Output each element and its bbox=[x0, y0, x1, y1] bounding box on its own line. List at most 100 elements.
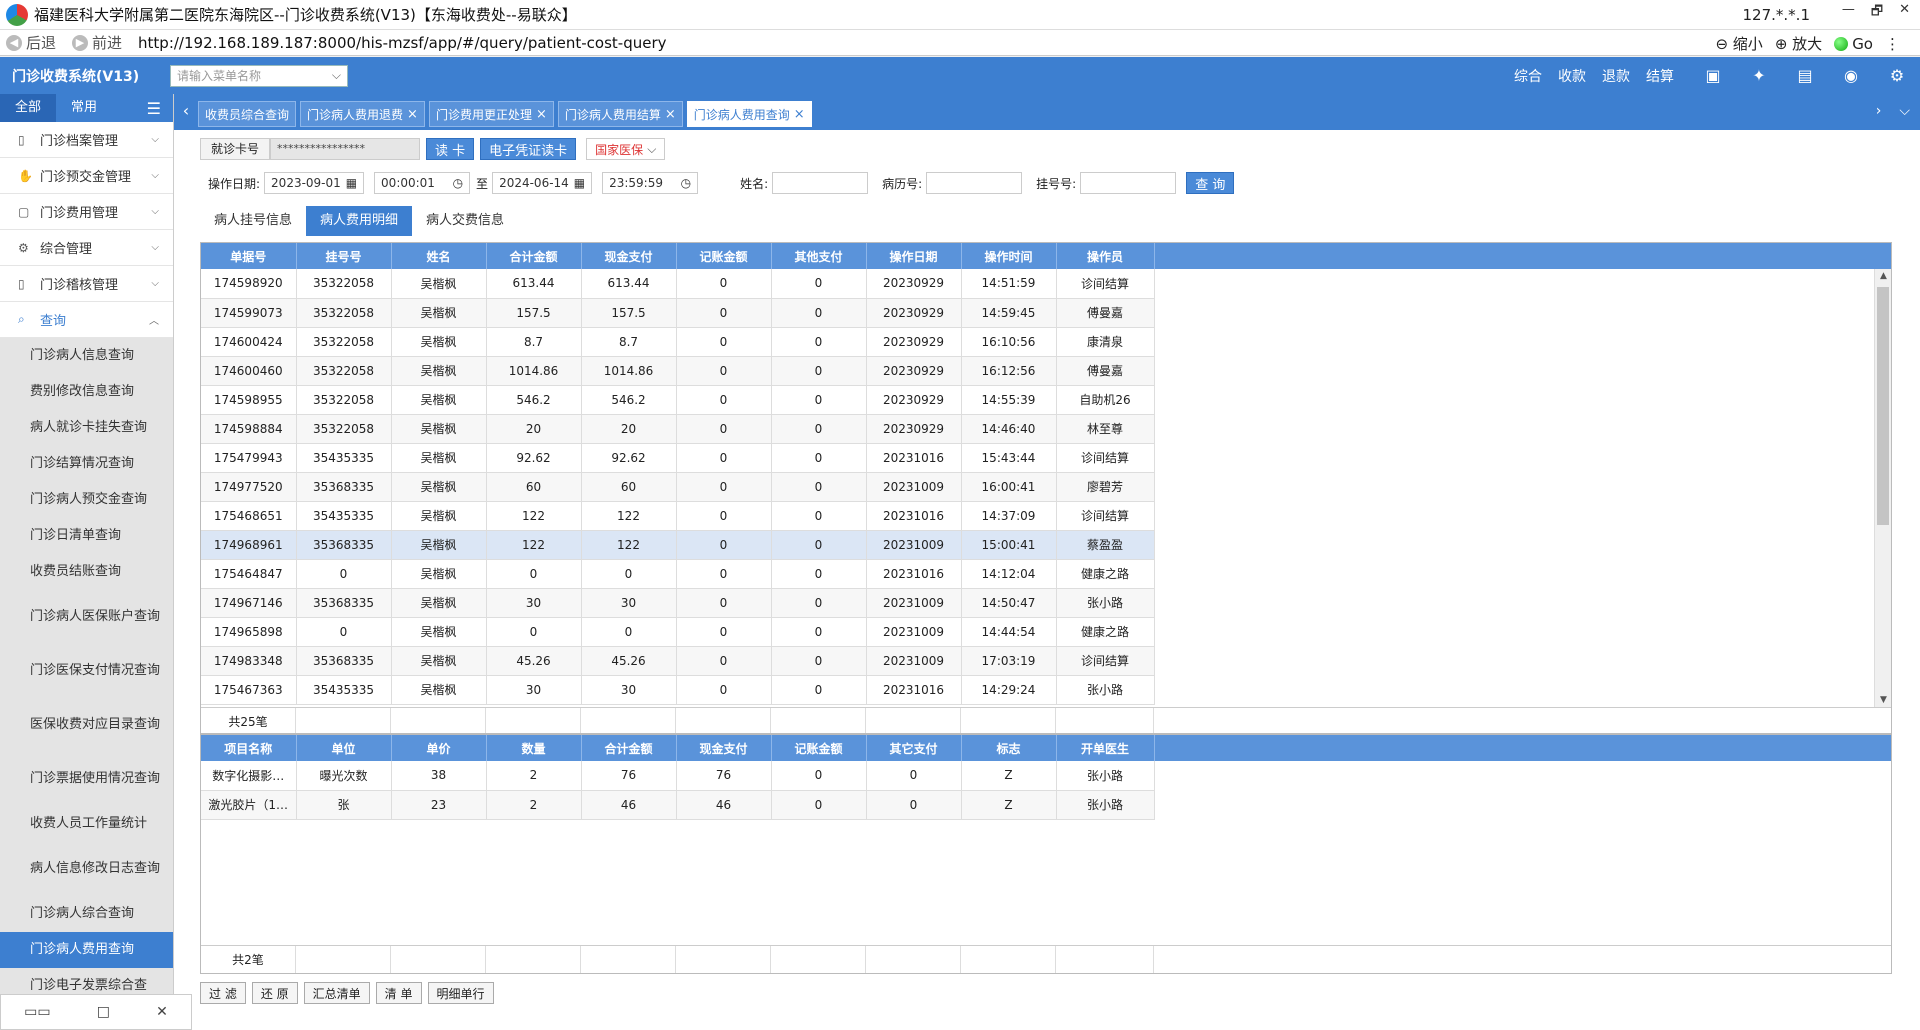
table-row[interactable]: 175467363 35435335 吴楷枫 30 30 0 0 20231016 14:29:… bbox=[201, 675, 1155, 705]
column-header[interactable]: 单位 bbox=[296, 735, 392, 761]
window-thumbnail-icon[interactable]: ▭▭ bbox=[24, 1004, 50, 1020]
hamburger-icon[interactable]: ☰ bbox=[147, 99, 161, 118]
column-header[interactable]: 数量 bbox=[486, 735, 582, 761]
sidebar-item[interactable]: 门诊日清单查询 bbox=[0, 518, 173, 554]
column-header[interactable]: 挂号号 bbox=[296, 243, 392, 269]
column-header[interactable]: 操作员 bbox=[1056, 243, 1155, 269]
record-number-input[interactable] bbox=[926, 172, 1023, 194]
query-button[interactable]: 查 询 bbox=[1186, 172, 1235, 194]
sidebar-item[interactable]: 门诊病人预交金查询 bbox=[0, 482, 173, 518]
more-menu-icon[interactable]: ⋮ bbox=[1885, 35, 1900, 53]
sidebar-section-query[interactable]: ⌕ 查询 ︿ bbox=[0, 302, 173, 338]
sidebar-section-archive[interactable]: ▯ 门诊档案管理 ⌵ bbox=[0, 122, 173, 158]
url-field[interactable]: http://192.168.189.187:8000/his-mzsf/app… bbox=[138, 34, 667, 52]
name-input[interactable] bbox=[772, 172, 869, 194]
zoom-in-button[interactable]: ⊕ 放大 bbox=[1775, 33, 1822, 54]
table-row[interactable]: 174968961 35368335 吴楷枫 122 122 0 0 20231009 15:0… bbox=[201, 530, 1155, 560]
restore-button[interactable]: 还 原 bbox=[251, 982, 298, 1004]
minimize-button[interactable]: — bbox=[1842, 2, 1855, 24]
sidebar-item[interactable]: 收费人员工作量统计 bbox=[0, 806, 173, 842]
sidebar-item[interactable]: 门诊票据使用情况查询 bbox=[0, 752, 173, 806]
list-button[interactable]: 清 单 bbox=[375, 982, 422, 1004]
table-row[interactable]: 174977520 35368335 吴楷枫 60 60 0 0 20231009 16:00:… bbox=[201, 472, 1155, 502]
close-icon[interactable]: × bbox=[536, 107, 547, 122]
time-to-input[interactable]: 23:59:59 ◷ bbox=[602, 172, 699, 194]
sidebar-section-audit[interactable]: ▯ 门诊稽核管理 ⌵ bbox=[0, 266, 173, 302]
go-button[interactable]: Go bbox=[1834, 35, 1873, 53]
column-header[interactable]: 项目名称 bbox=[201, 735, 297, 761]
sidebar-item[interactable]: 医保收费对应目录查询 bbox=[0, 698, 173, 752]
column-header[interactable]: 合计金额 bbox=[486, 243, 582, 269]
column-header[interactable]: 现金支付 bbox=[676, 735, 772, 761]
read-card-button[interactable]: 读 卡 bbox=[426, 138, 475, 160]
tab-settlement[interactable]: 门诊病人费用结算 × bbox=[557, 101, 683, 127]
table-row[interactable]: 174600424 35322058 吴楷枫 8.7 8.7 0 0 20230929 16:1… bbox=[201, 327, 1155, 357]
close-icon[interactable]: ✕ bbox=[156, 1004, 168, 1020]
gear-icon[interactable]: ⚙ bbox=[1874, 66, 1920, 85]
sidebar-item[interactable]: 病人信息修改日志查询 bbox=[0, 842, 173, 896]
scroll-down-icon[interactable]: ▼ bbox=[1875, 695, 1891, 705]
column-header[interactable]: 操作日期 bbox=[866, 243, 962, 269]
table-row[interactable]: 174599073 35322058 吴楷枫 157.5 157.5 0 0 20230929… bbox=[201, 298, 1155, 328]
column-header[interactable]: 现金支付 bbox=[581, 243, 677, 269]
tab-registration-info[interactable]: 病人挂号信息 bbox=[200, 206, 306, 236]
sidebar-item[interactable]: 门诊病人医保账户查询 bbox=[0, 590, 173, 644]
sidebar-item[interactable]: 门诊病人信息查询 bbox=[0, 338, 173, 374]
back-button[interactable]: ◀ 后退 bbox=[6, 32, 56, 53]
chevron-down-icon[interactable]: ⌵ bbox=[1899, 103, 1910, 119]
column-header[interactable]: 单价 bbox=[391, 735, 487, 761]
sidebar-section-general[interactable]: ⚙ 综合管理 ⌵ bbox=[0, 230, 173, 266]
column-header[interactable]: 开单医生 bbox=[1056, 735, 1155, 761]
eye-icon[interactable]: ◉ bbox=[1828, 66, 1874, 85]
filter-button[interactable]: 过 滤 bbox=[200, 982, 246, 1004]
tab-correction[interactable]: 门诊费用更正处理 × bbox=[428, 101, 554, 127]
tab-cashier-query[interactable]: 收费员综合查询 bbox=[198, 101, 297, 127]
column-header[interactable]: 合计金额 bbox=[581, 735, 677, 761]
close-window-button[interactable]: ✕ bbox=[1899, 2, 1910, 24]
tab-cost-detail[interactable]: 病人费用明细 bbox=[306, 206, 413, 236]
table-row[interactable]: 174598920 35322058 吴楷枫 613.44 613.44 0 0 202309… bbox=[201, 269, 1155, 299]
sidebar-tab-all[interactable]: 全部 bbox=[0, 94, 56, 122]
column-header[interactable]: 标志 bbox=[961, 735, 1057, 761]
sidebar-item[interactable]: 门诊病人综合查询 bbox=[0, 896, 173, 932]
table-row[interactable]: 数字化摄影… 曝光次数 38 2 76 76 0 0 Z 张小路 bbox=[201, 761, 1155, 791]
column-header[interactable]: 记账金额 bbox=[676, 243, 772, 269]
table-row[interactable]: 174598955 35322058 吴楷枫 546.2 546.2 0 0 20230929… bbox=[201, 385, 1155, 415]
date-to-input[interactable]: 2024-06-14 ▦ bbox=[492, 172, 593, 194]
scroll-thumb[interactable] bbox=[1877, 287, 1889, 525]
forward-button[interactable]: ▶ 前进 bbox=[72, 32, 122, 53]
close-icon[interactable]: × bbox=[794, 107, 805, 122]
sidebar-item[interactable]: 费别修改信息查询 bbox=[0, 374, 173, 410]
table-row[interactable]: 175479943 35435335 吴楷枫 92.62 92.62 0 0 20231016… bbox=[201, 443, 1155, 473]
chevron-right-icon[interactable]: › bbox=[1876, 103, 1882, 119]
table-row[interactable]: 174598884 35322058 吴楷枫 20 20 0 0 20230929 14:46:… bbox=[201, 414, 1155, 444]
table-row[interactable]: 175468651 35435335 吴楷枫 122 122 0 0 20231016 14:3… bbox=[201, 501, 1155, 531]
scroll-up-icon[interactable]: ▲ bbox=[1875, 271, 1891, 281]
close-icon[interactable]: × bbox=[665, 107, 676, 122]
vertical-scrollbar[interactable]: ▲ ▼ bbox=[1874, 269, 1891, 707]
sidebar-section-fees[interactable]: ▢ 门诊费用管理 ⌵ bbox=[0, 194, 173, 230]
maximize-icon[interactable]: □ bbox=[97, 1004, 110, 1020]
tab-refund[interactable]: 门诊病人费用退费 × bbox=[300, 101, 425, 127]
summary-list-button[interactable]: 汇总清单 bbox=[303, 982, 370, 1004]
tab-cost-query[interactable]: 门诊病人费用查询 × bbox=[686, 101, 812, 127]
sidebar-item[interactable]: 门诊医保支付情况查询 bbox=[0, 644, 173, 698]
table-row[interactable]: 174965898 0 吴楷枫 0 0 0 0 20231009 14:44:54 健康之路 bbox=[201, 617, 1155, 647]
table-row[interactable]: 174600460 35322058 吴楷枫 1014.86 1014.86 0 0 2023… bbox=[201, 356, 1155, 386]
chevron-left-icon[interactable]: ‹ bbox=[174, 101, 198, 120]
table-row[interactable]: 175464847 0 吴楷枫 0 0 0 0 20231016 14:12:04 健康之路 bbox=[201, 559, 1155, 589]
column-header[interactable]: 姓名 bbox=[391, 243, 487, 269]
sidebar-item[interactable]: 病人就诊卡挂失查询 bbox=[0, 410, 173, 446]
restore-button[interactable]: 🗗 bbox=[1871, 2, 1883, 24]
e-voucher-button[interactable]: 电子凭证读卡 bbox=[480, 138, 577, 160]
column-header[interactable]: 其它支付 bbox=[866, 735, 962, 761]
card-number-input[interactable]: **************** bbox=[270, 138, 421, 160]
detail-single-row-button[interactable]: 明细单行 bbox=[427, 982, 494, 1004]
sidebar-section-prepay[interactable]: ✋ 门诊预交金管理 ⌵ bbox=[0, 158, 173, 194]
time-from-input[interactable]: 00:00:01 ◷ bbox=[374, 172, 471, 194]
sidebar-tab-common[interactable]: 常用 bbox=[56, 94, 112, 122]
document-icon[interactable]: ▤ bbox=[1782, 66, 1828, 85]
table-row[interactable]: 174967146 35368335 吴楷枫 30 30 0 0 20231009 14:50:… bbox=[201, 588, 1155, 618]
national-insurance-select[interactable]: 国家医保 ⌵ bbox=[586, 138, 666, 160]
tab-payment-info[interactable]: 病人交费信息 bbox=[412, 206, 518, 236]
